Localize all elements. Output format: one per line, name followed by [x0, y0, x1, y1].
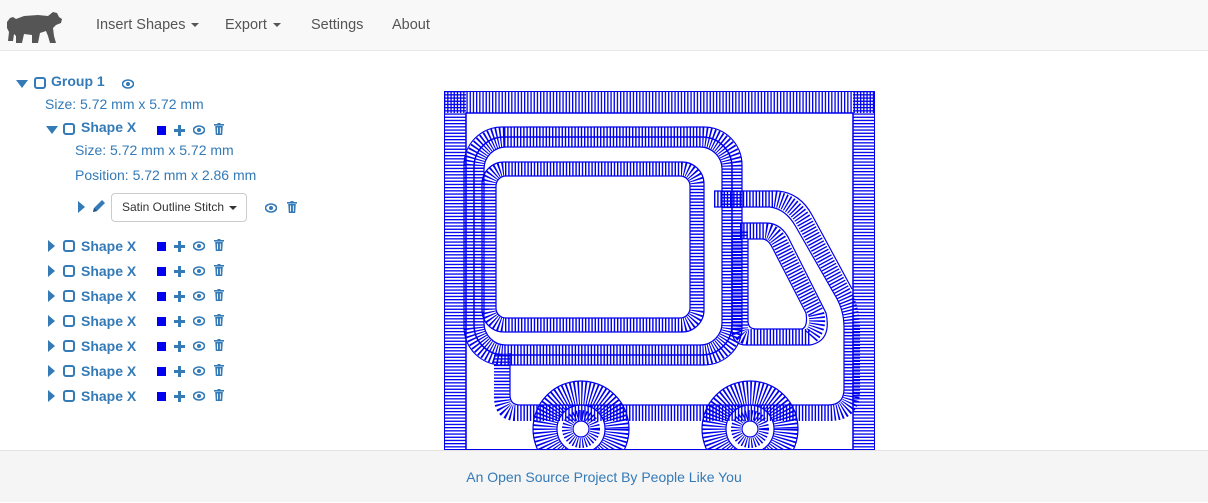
truck-window — [463, 126, 743, 366]
pencil-icon[interactable] — [92, 199, 106, 213]
expand-toggle-icon[interactable] — [48, 315, 55, 327]
color-swatch[interactable] — [157, 292, 166, 301]
plus-icon[interactable] — [174, 266, 185, 277]
shape-checkbox[interactable] — [63, 123, 75, 135]
expand-toggle-icon[interactable] — [48, 290, 55, 302]
plus-icon[interactable] — [174, 291, 185, 302]
color-swatch[interactable] — [157, 342, 166, 351]
shape-row[interactable]: Shape X — [0, 360, 240, 382]
expand-toggle-icon[interactable] — [48, 365, 55, 377]
footer: An Open Source Project By People Like Yo… — [0, 450, 1208, 502]
nav-about[interactable]: About — [392, 0, 430, 51]
nav-insert-shapes-label: Insert Shapes — [96, 17, 186, 33]
bear-icon[interactable] — [4, 6, 62, 44]
shape-checkbox[interactable] — [63, 340, 75, 352]
nav-settings-label: Settings — [311, 17, 364, 33]
plus-icon[interactable] — [174, 316, 185, 327]
shape-checkbox[interactable] — [63, 265, 75, 277]
eye-icon[interactable] — [193, 316, 205, 326]
color-swatch[interactable] — [157, 126, 166, 135]
color-swatch[interactable] — [157, 242, 166, 251]
trash-icon[interactable] — [287, 201, 297, 213]
expand-toggle-icon[interactable] — [78, 201, 85, 213]
shape-checkbox[interactable] — [63, 290, 75, 302]
stitch-type-value: Satin Outline Stitch — [122, 200, 225, 214]
trash-icon[interactable] — [214, 289, 224, 301]
eye-icon[interactable] — [122, 79, 134, 89]
plus-icon[interactable] — [174, 125, 185, 136]
shape-position: Position: 5.72 mm x 2.86 mm — [75, 167, 257, 183]
collapse-toggle-icon[interactable] — [46, 126, 58, 134]
eye-icon[interactable] — [193, 266, 205, 276]
expand-toggle-icon[interactable] — [48, 340, 55, 352]
trash-icon[interactable] — [214, 123, 224, 135]
group-checkbox[interactable] — [34, 77, 46, 89]
shape-row[interactable]: Shape X — [0, 385, 240, 407]
shape-row[interactable]: Shape X — [0, 260, 240, 282]
shape-checkbox[interactable] — [63, 315, 75, 327]
shape-label[interactable]: Shape X — [81, 335, 136, 357]
shape-row[interactable]: Shape X — [0, 335, 240, 357]
color-swatch[interactable] — [157, 317, 166, 326]
nav-insert-shapes[interactable]: Insert Shapes — [96, 0, 200, 51]
trash-icon[interactable] — [214, 339, 224, 351]
plus-icon[interactable] — [174, 241, 185, 252]
chevron-down-icon — [272, 23, 281, 28]
trash-icon[interactable] — [214, 389, 224, 401]
eye-icon[interactable] — [193, 125, 205, 135]
eye-icon[interactable] — [193, 341, 205, 351]
truck-hood — [494, 190, 860, 421]
shape-row[interactable]: Shape X — [0, 235, 240, 257]
shape-checkbox[interactable] — [63, 365, 75, 377]
trash-icon[interactable] — [214, 314, 224, 326]
chevron-down-icon — [191, 23, 200, 28]
color-swatch[interactable] — [157, 367, 166, 376]
nav-export-label: Export — [225, 17, 267, 33]
expand-toggle-icon[interactable] — [48, 390, 55, 402]
expand-toggle-icon[interactable] — [48, 265, 55, 277]
shape-row[interactable]: Shape X — [0, 310, 240, 332]
shape-checkbox[interactable] — [63, 390, 75, 402]
eye-icon[interactable] — [193, 391, 205, 401]
shape-label[interactable]: Shape X — [81, 360, 136, 382]
shape-label[interactable]: Shape X — [81, 285, 136, 307]
plus-icon[interactable] — [174, 391, 185, 402]
shape-label[interactable]: Shape X — [81, 385, 136, 407]
eye-icon[interactable] — [193, 366, 205, 376]
shape-label[interactable]: Shape X — [81, 310, 136, 332]
shape-size: Size: 5.72 mm x 5.72 mm — [75, 142, 234, 158]
eye-icon[interactable] — [193, 291, 205, 301]
chevron-down-icon — [229, 205, 238, 210]
eye-icon[interactable] — [265, 203, 277, 213]
outer-frame — [444, 91, 875, 450]
trash-icon[interactable] — [214, 239, 224, 251]
shape-label[interactable]: Shape X — [81, 260, 136, 282]
trash-icon[interactable] — [214, 264, 224, 276]
group-label[interactable]: Group 1 — [51, 73, 105, 89]
trash-icon[interactable] — [214, 364, 224, 376]
shape-checkbox[interactable] — [63, 240, 75, 252]
truck-wheels — [532, 380, 799, 450]
shape-tree: Group 1 Size: 5.72 mm x 5.72 mm Shape X … — [0, 52, 420, 450]
stitch-type-select[interactable]: Satin Outline Stitch — [111, 193, 247, 222]
stitch-preview — [444, 91, 875, 450]
nav-settings[interactable]: Settings — [311, 0, 363, 51]
color-swatch[interactable] — [157, 267, 166, 276]
shape-label[interactable]: Shape X — [81, 235, 136, 257]
expand-toggle-icon[interactable] — [48, 240, 55, 252]
group-size: Size: 5.72 mm x 5.72 mm — [45, 96, 204, 112]
collapse-toggle-icon[interactable] — [16, 80, 28, 88]
eye-icon[interactable] — [193, 241, 205, 251]
color-swatch[interactable] — [157, 392, 166, 401]
nav-export[interactable]: Export — [225, 0, 281, 51]
navbar: Insert Shapes Export Settings About — [0, 0, 1208, 51]
nav-about-label: About — [392, 17, 430, 33]
plus-icon[interactable] — [174, 341, 185, 352]
shape-row[interactable]: Shape X — [0, 285, 240, 307]
footer-link[interactable]: An Open Source Project By People Like Yo… — [466, 469, 742, 485]
embroidery-canvas[interactable] — [444, 91, 875, 450]
plus-icon[interactable] — [174, 366, 185, 377]
shape-label[interactable]: Shape X — [81, 119, 136, 135]
